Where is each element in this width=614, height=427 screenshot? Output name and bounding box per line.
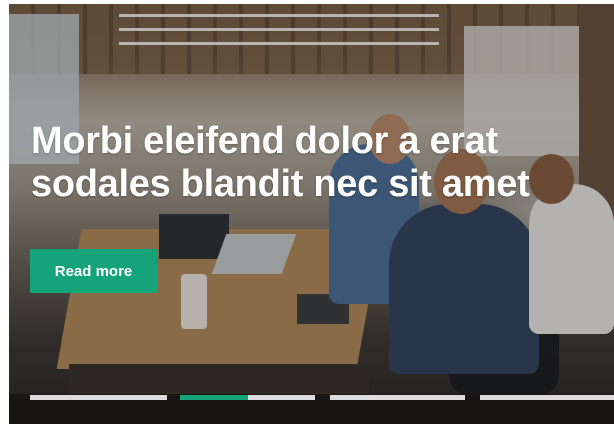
carousel-progress-fill <box>180 395 248 400</box>
hero-headline: Morbi eleifend dolor a erat sodales blan… <box>31 120 530 205</box>
carousel-indicators <box>30 395 614 401</box>
hero-carousel: Morbi eleifend dolor a erat sodales blan… <box>9 4 614 424</box>
carousel-indicator[interactable] <box>330 395 465 400</box>
carousel-indicator[interactable] <box>30 395 167 400</box>
image-overlay <box>9 4 614 424</box>
carousel-indicator-active[interactable] <box>180 395 315 400</box>
read-more-button[interactable]: Read more <box>30 249 157 293</box>
carousel-indicator[interactable] <box>480 395 614 400</box>
